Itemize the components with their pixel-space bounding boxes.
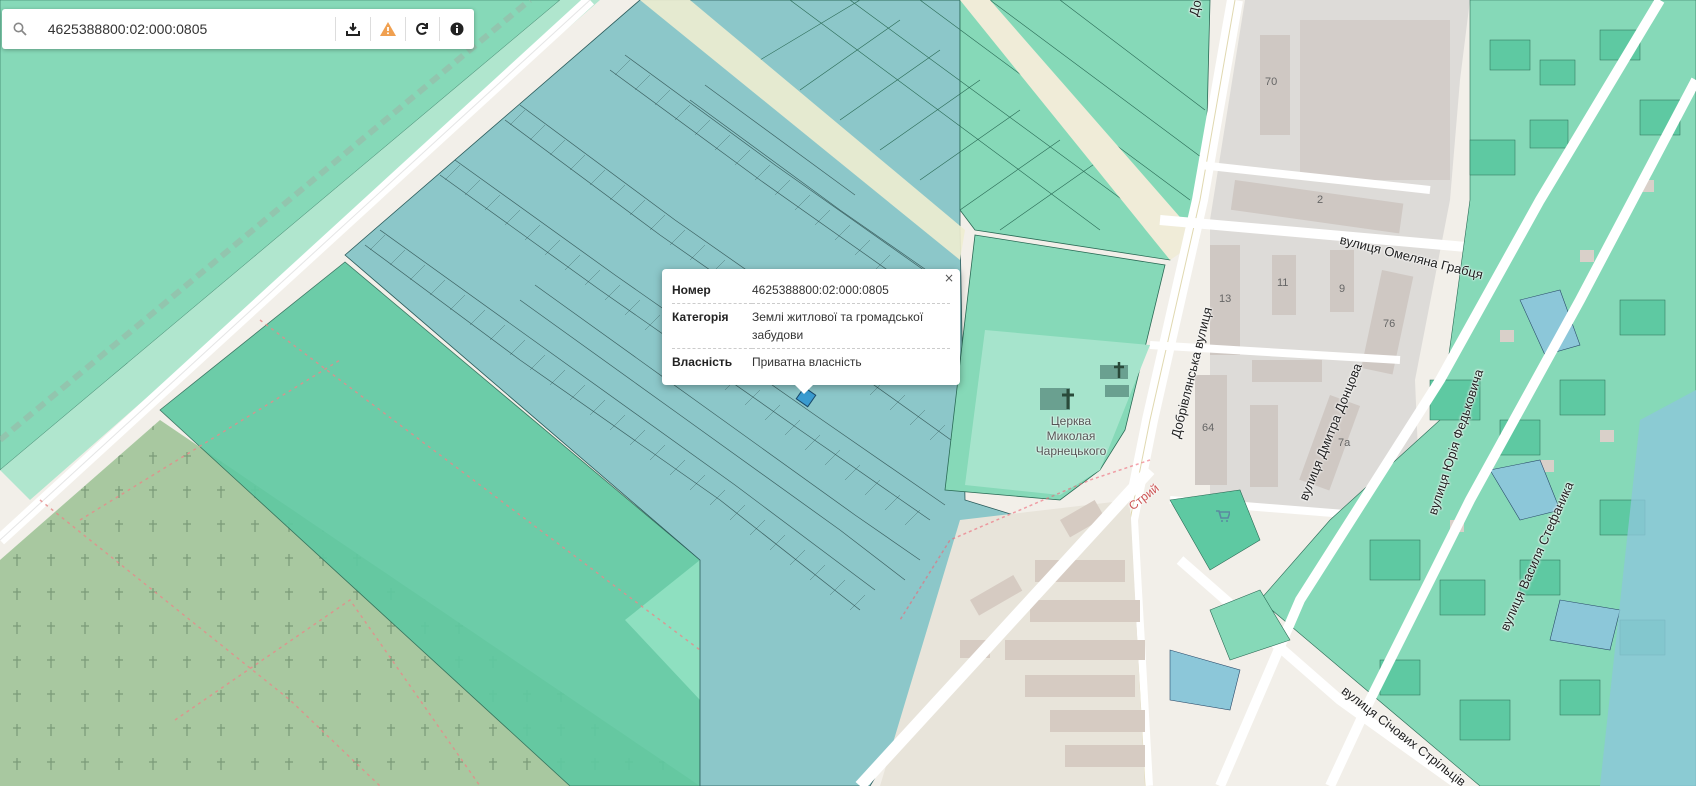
building-number: 13 [1219,293,1232,305]
table-row: Власність Приватна власність [672,349,950,376]
building-number: 2 [1317,194,1324,206]
parcel-popup: × Номер 4625388800:02:000:0805 Категорія… [662,269,960,394]
building-number: 76 [1383,318,1396,330]
church-icon [1060,389,1076,409]
info-icon [450,22,464,36]
parcel-info-table: Номер 4625388800:02:000:0805 Категорія З… [672,277,950,375]
search-bar [2,9,474,49]
building-number: 70 [1265,76,1278,88]
refresh-button[interactable] [404,17,440,41]
map-layer [0,0,1696,786]
row-key: Категорія [672,303,752,349]
close-icon[interactable]: × [944,271,954,285]
warning-button[interactable] [369,17,405,41]
building-number: 11 [1277,277,1289,289]
building-number: 9 [1339,283,1346,295]
row-value: Приватна власність [752,355,862,369]
search-input[interactable] [37,14,336,44]
search-icon[interactable] [2,9,38,49]
row-key: Власність [672,355,733,369]
table-row: Номер 4625388800:02:000:0805 [672,277,950,304]
row-key: Номер [672,277,752,304]
shop-icon [1216,510,1230,522]
building-number: 64 [1202,422,1215,434]
warning-icon [379,22,396,36]
row-value: Землі житлової та громадської забудови [752,303,950,349]
download-button[interactable] [335,17,370,41]
info-button[interactable] [439,17,474,41]
table-row: Категорія Землі житлової та громадської … [672,303,950,349]
church-label: Церква Миколая Чарнецького [1035,414,1107,458]
cross-icon [1113,362,1125,378]
map-canvas[interactable]: вулиця Омеляна Грабця Добрівлянська вули… [0,0,1696,786]
building-number: 7а [1338,437,1351,449]
download-icon [346,23,361,36]
row-value: 4625388800:02:000:0805 [752,277,950,304]
refresh-icon [416,22,429,35]
popup-tip [795,385,813,394]
